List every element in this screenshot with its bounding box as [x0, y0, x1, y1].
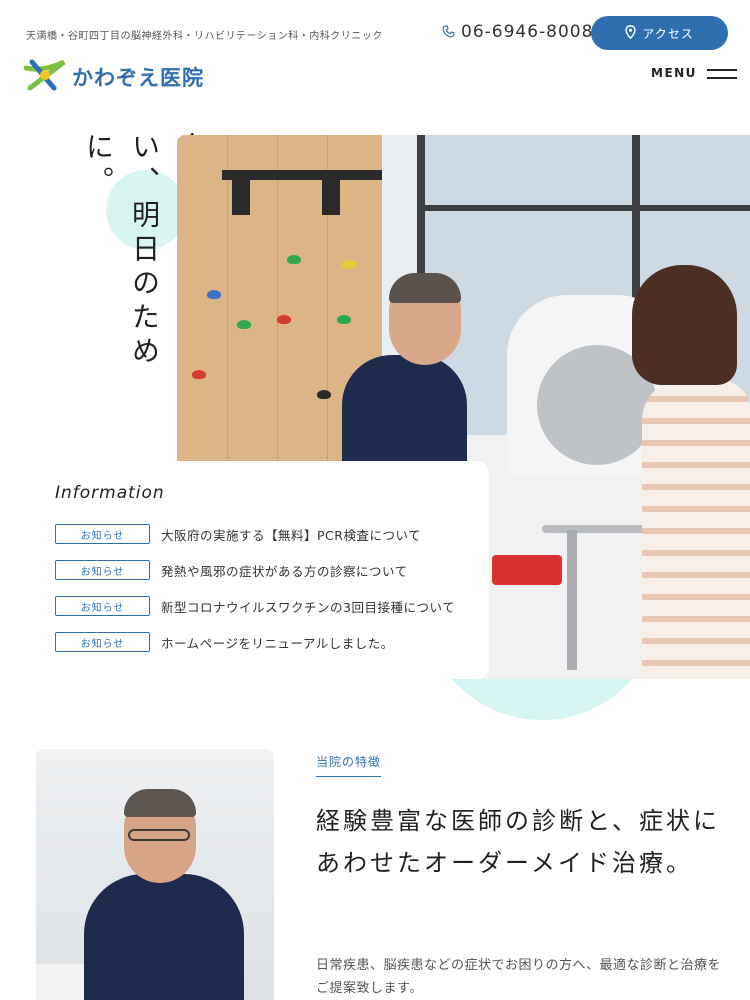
phone-link[interactable]: 06-6946-8008 [442, 22, 593, 42]
section-label: 当院の特徴 [316, 753, 382, 777]
access-label: アクセス [642, 26, 694, 41]
news-title: 発熱や風邪の症状がある方の診察について [161, 563, 408, 579]
map-pin-icon [625, 24, 636, 42]
news-title: ホームページをリニューアルしました。 [161, 635, 394, 651]
phone-icon [442, 23, 455, 42]
site-tagline: 天満橋・谷町四丁目の脳神経外科・リハビリテーション科・内科クリニック [26, 31, 383, 42]
news-category-badge: お知らせ [55, 560, 150, 580]
news-category-badge: お知らせ [55, 596, 150, 616]
news-item[interactable]: お知らせ 大阪府の実施する【無料】PCR検査について [55, 524, 421, 544]
news-category-badge: お知らせ [55, 524, 150, 544]
phone-number: 06-6946-8008 [461, 22, 594, 42]
section-body: 日常疾患、脳疾患などの症状でお困りの方へ、最適な診断と治療をご提案致します。 [316, 958, 722, 996]
news-item[interactable]: お知らせ ホームページをリニューアルしました。 [55, 632, 394, 652]
news-title: 大阪府の実施する【無料】PCR検査について [161, 527, 422, 543]
site-logo[interactable]: かわぞえ医院 [23, 58, 204, 96]
news-item[interactable]: お知らせ 新型コロナウイルスワクチンの3回目接種について [55, 596, 455, 616]
star-logo-icon [23, 58, 66, 96]
hamburger-icon [706, 67, 737, 79]
information-title: Information [55, 483, 165, 503]
section-heading: 経験豊富な医師の診断と、症状にあわせたオーダーメイド治療。 [316, 807, 721, 877]
menu-label: MENU [651, 66, 697, 80]
news-title: 新型コロナウイルスワクチンの3回目接種について [161, 599, 456, 615]
menu-toggle[interactable]: MENU [651, 66, 737, 80]
doctor-photo [36, 749, 274, 1000]
news-category-badge: お知らせ [55, 632, 150, 652]
news-item[interactable]: お知らせ 発熱や風邪の症状がある方の診察について [55, 560, 408, 580]
logo-text: かわぞえ医院 [72, 66, 204, 90]
access-button[interactable]: アクセス [591, 16, 728, 50]
